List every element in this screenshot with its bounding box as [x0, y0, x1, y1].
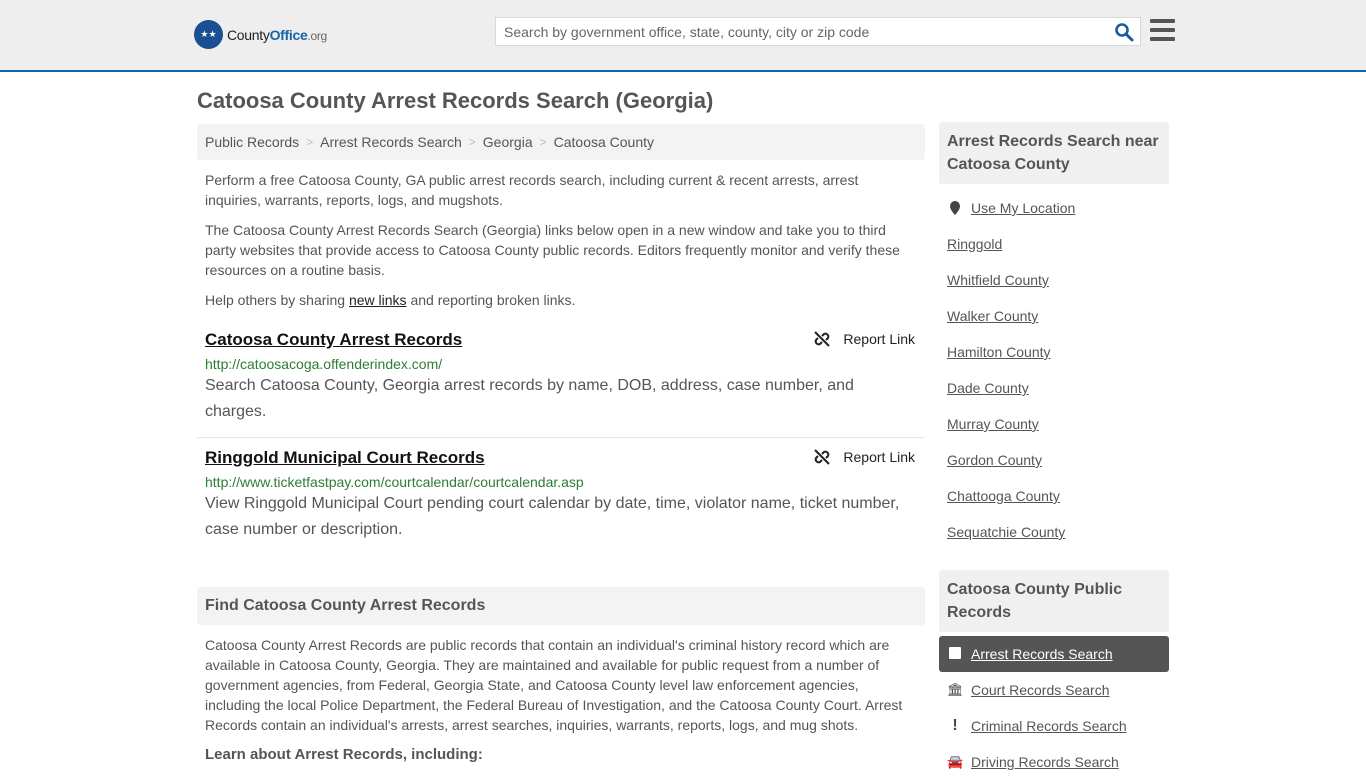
hamburger-menu-icon[interactable] [1150, 19, 1175, 41]
search-button[interactable] [1114, 22, 1134, 42]
sidebar-item-driving-records[interactable]: 🚘 Driving Records Search [939, 744, 1169, 780]
courthouse-icon: 🏛 [947, 682, 964, 697]
breadcrumb-public-records[interactable]: Public Records [205, 134, 299, 150]
record-description: View Ringgold Municipal Court pending co… [205, 495, 900, 538]
nearby-link-sequatchie[interactable]: Sequatchie County [947, 514, 1169, 550]
record-description: Search Catoosa County, Georgia arrest re… [205, 377, 854, 420]
sidebar-item-criminal-records[interactable]: ! Criminal Records Search [939, 708, 1169, 744]
share-paragraph: Help others by sharing new links and rep… [205, 292, 576, 308]
use-my-location-link[interactable]: Use My Location [947, 190, 1169, 226]
record-url[interactable]: http://www.ticketfastpay.com/courtcalend… [205, 474, 917, 490]
public-records-heading: Catoosa County Public Records [939, 570, 1169, 632]
search-icon [1115, 23, 1134, 42]
sidebar-item-court-records[interactable]: 🏛 Court Records Search [939, 672, 1169, 708]
nearby-heading: Arrest Records Search near Catoosa Count… [939, 122, 1169, 184]
breadcrumb-georgia[interactable]: Georgia [483, 134, 533, 150]
disclaimer-paragraph: The Catoosa County Arrest Records Search… [205, 222, 900, 278]
breadcrumb: Public Records > Arrest Records Search > G… [197, 124, 925, 160]
record-item: Ringgold Municipal Court Records Report … [197, 448, 925, 555]
nearby-list: Use My Location Ringgold Whitfield Count… [939, 190, 1169, 550]
nearby-link-gordon[interactable]: Gordon County [947, 442, 1169, 478]
nearby-link-murray[interactable]: Murray County [947, 406, 1169, 442]
record-url[interactable]: http://catoosacoga.offenderindex.com/ [205, 356, 917, 372]
top-bar: ★★ CountyOffice.org [0, 0, 1366, 72]
nearby-link-walker[interactable]: Walker County [947, 298, 1169, 334]
record-title-link[interactable]: Catoosa County Arrest Records [205, 330, 462, 350]
search-box [495, 17, 1141, 46]
square-icon [947, 646, 963, 662]
exclamation-icon: ! [952, 717, 958, 734]
find-section-heading: Find Catoosa County Arrest Records [197, 587, 925, 625]
record-item: Catoosa County Arrest Records Report Lin… [197, 330, 925, 438]
new-links-link[interactable]: new links [349, 292, 407, 308]
record-title-link[interactable]: Ringgold Municipal Court Records [205, 448, 485, 468]
sidebar: Arrest Records Search near Catoosa Count… [939, 122, 1169, 780]
map-marker-icon [950, 201, 960, 215]
broken-link-icon [814, 449, 831, 465]
report-link-button[interactable]: Report Link [813, 448, 915, 466]
search-input[interactable] [496, 18, 1096, 45]
main-content: Public Records > Arrest Records Search > G… [197, 124, 925, 765]
site-logo[interactable]: ★★ CountyOffice.org [194, 20, 327, 49]
intro-paragraph: Perform a free Catoosa County, GA public… [205, 172, 859, 208]
public-records-list: Arrest Records Search 🏛 Court Records Se… [939, 636, 1169, 780]
find-section-body: Catoosa County Arrest Records are public… [205, 637, 903, 733]
broken-link-icon [814, 331, 831, 347]
nearby-link-hamilton[interactable]: Hamilton County [947, 334, 1169, 370]
nearby-link-ringgold[interactable]: Ringgold [947, 226, 1169, 262]
learn-heading: Learn about Arrest Records, including: [205, 746, 483, 763]
nearby-link-whitfield[interactable]: Whitfield County [947, 262, 1169, 298]
report-link-button[interactable]: Report Link [813, 330, 915, 348]
eagle-logo-icon: ★★ [194, 20, 223, 49]
breadcrumb-catoosa-county[interactable]: Catoosa County [554, 134, 654, 150]
nearby-link-dade[interactable]: Dade County [947, 370, 1169, 406]
page-title: Catoosa County Arrest Records Search (Ge… [197, 88, 714, 113]
nearby-link-chattooga[interactable]: Chattooga County [947, 478, 1169, 514]
sidebar-item-arrest-records[interactable]: Arrest Records Search [939, 636, 1169, 672]
breadcrumb-arrest-records[interactable]: Arrest Records Search [320, 134, 462, 150]
